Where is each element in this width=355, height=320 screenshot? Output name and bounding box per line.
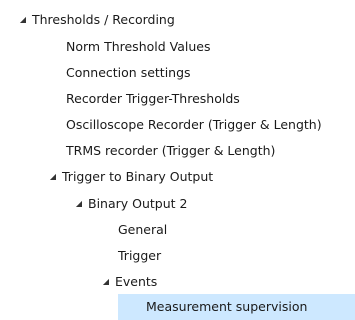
tree-node-label: Trigger to Binary Output — [62, 169, 214, 184]
expanded-arrow-icon[interactable]: ◢ — [48, 164, 58, 190]
tree-node-norm-threshold-values[interactable]: Norm Threshold Values — [66, 34, 210, 60]
expanded-arrow-icon[interactable]: ◢ — [18, 7, 28, 33]
tree-node-label: TRMS recorder (Trigger & Length) — [66, 143, 276, 158]
tree-node-binary-output-2[interactable]: ◢ Binary Output 2 — [74, 191, 188, 217]
expanded-arrow-icon[interactable]: ◢ — [101, 269, 111, 295]
tree-node-general[interactable]: General — [118, 217, 167, 243]
tree-node-label: General — [118, 222, 168, 237]
tree-node-oscilloscope-recorder[interactable]: Oscilloscope Recorder (Trigger & Length) — [66, 112, 322, 138]
tree-node-label: Trigger — [118, 248, 162, 263]
tree-node-label: Norm Threshold Values — [66, 39, 211, 54]
tree-node-trigger[interactable]: Trigger — [118, 243, 161, 269]
tree-node-thresholds-recording[interactable]: ◢ Thresholds / Recording — [18, 7, 175, 33]
tree-node-label: Recorder Trigger-Thresholds — [66, 91, 240, 106]
tree-node-trigger-to-binary-output[interactable]: ◢ Trigger to Binary Output — [48, 164, 213, 190]
tree-node-label: Oscilloscope Recorder (Trigger & Length) — [66, 117, 322, 132]
tree-node-label: Measurement supervision — [146, 299, 308, 314]
tree-node-label: Binary Output 2 — [88, 196, 188, 211]
tree-node-measurement-supervision[interactable]: Measurement supervision — [118, 294, 355, 320]
tree-node-label: Thresholds / Recording — [32, 12, 175, 27]
tree-node-events[interactable]: ◢ Events — [101, 269, 157, 295]
expanded-arrow-icon[interactable]: ◢ — [74, 191, 84, 217]
settings-tree: ◢ Thresholds / Recording Norm Threshold V… — [0, 0, 355, 320]
tree-node-trms-recorder[interactable]: TRMS recorder (Trigger & Length) — [66, 138, 275, 164]
tree-node-label: Connection settings — [66, 65, 191, 80]
tree-node-label: Events — [115, 274, 158, 289]
tree-node-recorder-trigger-thresholds[interactable]: Recorder Trigger-Thresholds — [66, 86, 240, 112]
tree-node-connection-settings[interactable]: Connection settings — [66, 60, 191, 86]
